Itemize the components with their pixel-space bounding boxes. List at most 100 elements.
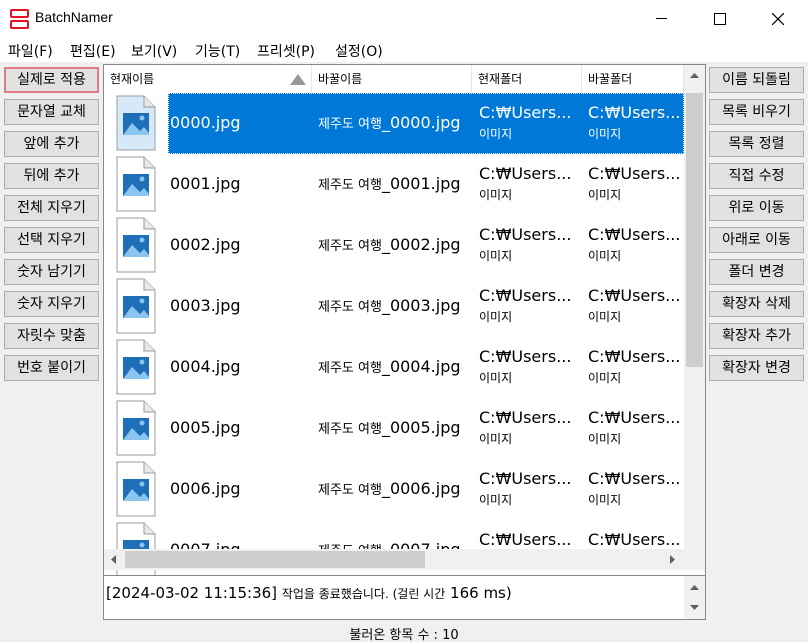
minimize-icon xyxy=(656,18,667,19)
new-folder-sub: 이미지 xyxy=(588,249,622,263)
current-folder-sub: 이미지 xyxy=(479,310,513,324)
log-duration: 166 ms) xyxy=(450,584,512,602)
new-folder-cell: C:₩Users... xyxy=(588,164,681,183)
status-text: 불러온 항목 수 : 10 xyxy=(0,624,808,642)
current-name-cell: 0000.jpg xyxy=(170,113,241,132)
current-name-cell: 0001.jpg xyxy=(170,174,241,193)
move-down-button[interactable]: 아래로 이동 xyxy=(709,227,804,253)
new-name-suffix: _0006.jpg xyxy=(381,479,461,498)
current-folder-sub: 이미지 xyxy=(479,493,513,507)
new-name-prefix: 제주도 여행 xyxy=(318,483,382,498)
remove-extension-button[interactable]: 확장자 삭제 xyxy=(709,291,804,317)
horizontal-scrollbar[interactable] xyxy=(104,549,684,570)
current-folder-sub: 이미지 xyxy=(479,249,513,263)
replace-string-button[interactable]: 문자열 교체 xyxy=(4,99,99,125)
table-row[interactable]: 0000.jpg 제주도 여행_0000.jpg C:₩Users... 이미지 C:₩… xyxy=(104,93,684,154)
menu-preset[interactable]: 프리셋(P) xyxy=(257,41,315,61)
prepend-button[interactable]: 앞에 추가 xyxy=(4,131,99,157)
log-scrollbar[interactable] xyxy=(684,576,705,619)
current-folder-cell: C:₩Users... xyxy=(479,469,572,488)
current-folder-sub: 이미지 xyxy=(479,188,513,202)
table-row[interactable]: 0004.jpg 제주도 여행_0004.jpg C:₩Users... 이미지 C:₩… xyxy=(104,337,684,398)
horizontal-scroll-thumb[interactable] xyxy=(125,551,425,568)
menu-file[interactable]: 파일(F) xyxy=(8,41,53,61)
add-extension-button[interactable]: 확장자 추가 xyxy=(709,323,804,349)
clear-list-button[interactable]: 목록 비우기 xyxy=(709,99,804,125)
new-name-prefix: 제주도 여행 xyxy=(318,422,382,437)
new-folder-cell: C:₩Users... xyxy=(588,286,681,305)
file-list[interactable]: 현재이름 바꿀이름 현재폴더 바꿀폴더 0000.jpg 제주도 여행_0000.… xyxy=(103,64,706,580)
current-name-cell: 0006.jpg xyxy=(170,479,241,498)
menu-settings[interactable]: 설정(O) xyxy=(335,41,383,61)
new-name-prefix: 제주도 여행 xyxy=(318,178,382,193)
clear-all-button[interactable]: 전체 지우기 xyxy=(4,195,99,221)
image-file-icon xyxy=(116,278,156,334)
table-row[interactable]: 0001.jpg 제주도 여행_0001.jpg C:₩Users... 이미지 C:₩… xyxy=(104,154,684,215)
current-folder-cell: C:₩Users... xyxy=(479,225,572,244)
move-up-button[interactable]: 위로 이동 xyxy=(709,195,804,221)
current-name-cell: 0004.jpg xyxy=(170,357,241,376)
table-row[interactable]: 0005.jpg 제주도 여행_0005.jpg C:₩Users... 이미지 C:₩… xyxy=(104,398,684,459)
keep-numbers-button[interactable]: 숫자 남기기 xyxy=(4,259,99,285)
current-folder-sub: 이미지 xyxy=(479,127,513,141)
maximize-button[interactable] xyxy=(690,0,748,38)
column-header-current-folder[interactable]: 현재폴더 xyxy=(472,65,582,93)
apply-button[interactable]: 실제로 적용 xyxy=(4,67,99,93)
change-extension-button[interactable]: 확장자 변경 xyxy=(709,355,804,381)
current-folder-sub: 이미지 xyxy=(479,432,513,446)
minimize-button[interactable] xyxy=(632,0,690,38)
scroll-left-icon[interactable] xyxy=(111,555,117,564)
scroll-up-icon[interactable] xyxy=(690,73,699,79)
add-numbering-button[interactable]: 번호 붙이기 xyxy=(4,355,99,381)
new-name-prefix: 제주도 여행 xyxy=(318,300,382,315)
close-button[interactable] xyxy=(748,0,806,38)
column-header-new-folder[interactable]: 바꿀폴더 xyxy=(582,65,684,93)
table-row[interactable]: 0002.jpg 제주도 여행_0002.jpg C:₩Users... 이미지 C:₩… xyxy=(104,215,684,276)
image-file-icon xyxy=(116,156,156,212)
column-header-current-name[interactable]: 현재이름 xyxy=(104,65,312,93)
table-row[interactable]: 0003.jpg 제주도 여행_0003.jpg C:₩Users... 이미지 C:₩… xyxy=(104,276,684,337)
column-label: 현재폴더 xyxy=(478,72,523,86)
new-name-suffix: _0003.jpg xyxy=(381,296,461,315)
new-folder-sub: 이미지 xyxy=(588,371,622,385)
clear-selection-button[interactable]: 선택 지우기 xyxy=(4,227,99,253)
remove-numbers-button[interactable]: 숫자 지우기 xyxy=(4,291,99,317)
vertical-scrollbar[interactable] xyxy=(684,65,705,551)
menu-edit[interactable]: 편집(E) xyxy=(70,41,116,61)
new-name-suffix: _0000.jpg xyxy=(381,113,461,132)
new-folder-cell: C:₩Users... xyxy=(588,103,681,122)
status-count: 10 xyxy=(442,628,459,642)
new-name-suffix: _0001.jpg xyxy=(381,174,461,193)
scroll-right-icon[interactable] xyxy=(670,555,676,564)
pad-digits-button[interactable]: 자릿수 맞춤 xyxy=(4,323,99,349)
new-folder-sub: 이미지 xyxy=(588,432,622,446)
new-name-cell: 제주도 여행_0001.jpg xyxy=(318,174,461,193)
change-folder-button[interactable]: 폴더 변경 xyxy=(709,259,804,285)
current-name-cell: 0005.jpg xyxy=(170,418,241,437)
log-line: [2024-03-02 11:15:36] 작업을 종료했습니다. (걸린 시간… xyxy=(106,584,512,602)
scroll-down-icon[interactable] xyxy=(690,605,699,611)
window-title: BatchNamer xyxy=(35,9,113,25)
image-file-icon xyxy=(116,339,156,395)
new-name-cell: 제주도 여행_0000.jpg xyxy=(318,113,461,132)
table-row[interactable]: 0006.jpg 제주도 여행_0006.jpg C:₩Users... 이미지 C:₩… xyxy=(104,459,684,520)
column-label: 바꿀폴더 xyxy=(588,72,633,86)
undo-rename-button[interactable]: 이름 되돌림 xyxy=(709,67,804,93)
menu-view[interactable]: 보기(V) xyxy=(131,41,177,61)
scroll-up-icon[interactable] xyxy=(690,585,699,591)
vertical-scroll-thumb[interactable] xyxy=(686,93,703,367)
current-name-cell: 0002.jpg xyxy=(170,235,241,254)
new-name-suffix: _0002.jpg xyxy=(381,235,461,254)
edit-directly-button[interactable]: 직접 수정 xyxy=(709,163,804,189)
current-folder-cell: C:₩Users... xyxy=(479,286,572,305)
column-header-new-name[interactable]: 바꿀이름 xyxy=(312,65,472,93)
current-folder-cell: C:₩Users... xyxy=(479,164,572,183)
menu-function[interactable]: 기능(T) xyxy=(195,41,240,61)
image-file-icon xyxy=(116,95,156,151)
new-name-cell: 제주도 여행_0003.jpg xyxy=(318,296,461,315)
new-name-suffix: _0004.jpg xyxy=(381,357,461,376)
append-button[interactable]: 뒤에 추가 xyxy=(4,163,99,189)
log-box[interactable]: [2024-03-02 11:15:36] 작업을 종료했습니다. (걸린 시간… xyxy=(103,575,706,620)
status-label: 불러온 항목 수 : xyxy=(349,628,438,642)
sort-list-button[interactable]: 목록 정렬 xyxy=(709,131,804,157)
